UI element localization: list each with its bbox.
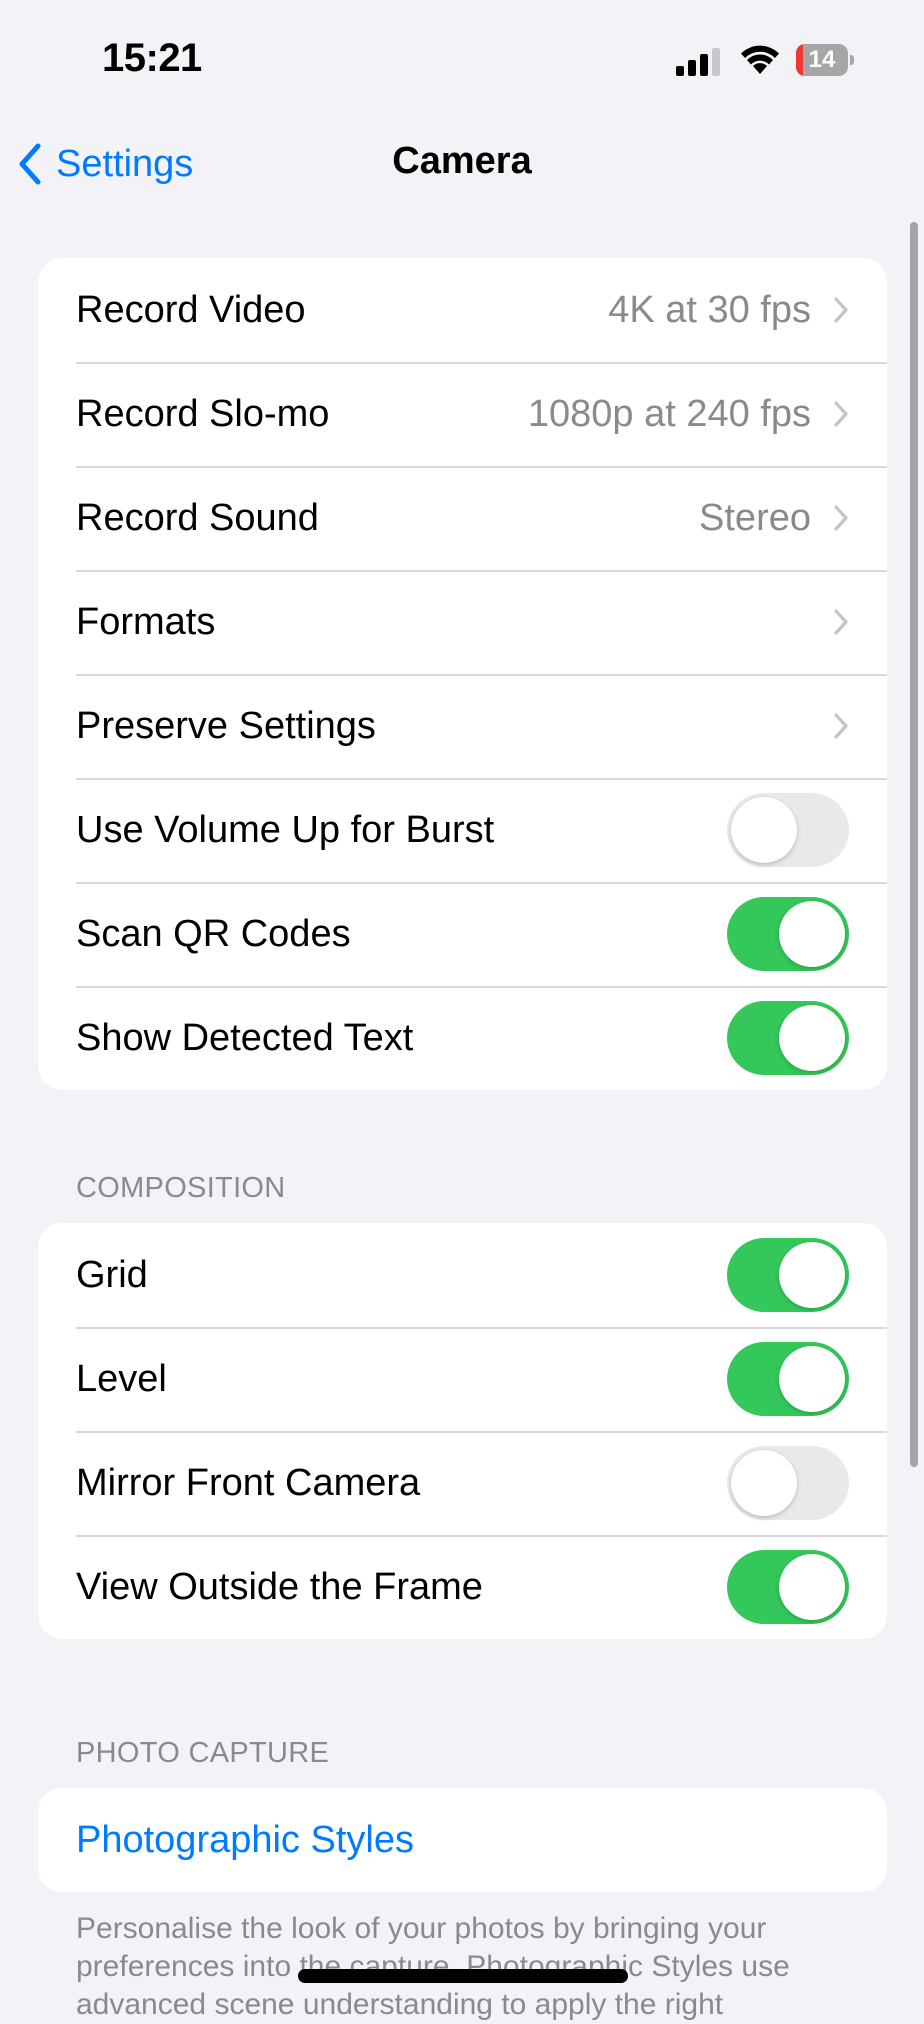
chevron-right-icon [834,401,848,427]
row-label: Formats [76,600,216,643]
row-label: Mirror Front Camera [76,1461,421,1504]
chevron-right-icon [834,297,848,323]
row-label: Level [76,1357,167,1400]
photographic-styles-link[interactable]: Photographic Styles [76,1819,849,1862]
section-header-composition: COMPOSITION [76,1172,286,1204]
row-record-sound[interactable]: Record Sound Stereo [38,466,887,570]
section-header-photo-capture: PHOTO CAPTURE [76,1737,330,1769]
row-label: Record Sound [76,496,319,539]
status-time: 15:21 [102,36,202,80]
row-label: Show Detected Text [76,1016,414,1059]
video-settings-group: Record Video 4K at 30 fps Record Slo-mo … [38,258,887,1090]
row-preserve-settings[interactable]: Preserve Settings [38,674,887,778]
mirror-front-camera-toggle[interactable] [727,1446,849,1520]
photographic-styles-description: Personalise the look of your photos by b… [76,1912,790,2021]
row-record-video[interactable]: Record Video 4K at 30 fps [38,258,887,362]
row-level: Level [38,1327,887,1431]
row-formats[interactable]: Formats [38,570,887,674]
row-photographic-styles[interactable]: Photographic Styles [38,1788,887,1892]
row-label: Scan QR Codes [76,912,351,955]
row-show-detected-text: Show Detected Text [38,986,887,1090]
row-view-outside-frame: View Outside the Frame [38,1535,887,1639]
battery-percent: 14 [808,46,836,73]
row-record-slo-mo[interactable]: Record Slo-mo 1080p at 240 fps [38,362,887,466]
row-label: Use Volume Up for Burst [76,808,495,851]
row-mirror-front-camera: Mirror Front Camera [38,1431,887,1535]
row-label: Record Slo-mo [76,392,330,435]
cellular-signal-icon [676,48,722,76]
grid-toggle[interactable] [727,1238,849,1312]
volume-up-burst-toggle[interactable] [727,793,849,867]
view-outside-frame-toggle[interactable] [727,1550,849,1624]
scrollbar[interactable] [910,222,918,1467]
chevron-right-icon [834,713,848,739]
row-label: Record Video [76,288,306,331]
row-value: Stereo [699,496,811,539]
battery-icon: 14 [796,44,854,76]
chevron-right-icon [834,505,848,531]
row-label: Preserve Settings [76,704,376,747]
status-bar: 15:21 14 [0,0,924,110]
row-label: View Outside the Frame [76,1565,483,1608]
level-toggle[interactable] [727,1342,849,1416]
chevron-right-icon [834,609,848,635]
navigation-bar: Settings Camera [0,120,924,208]
home-indicator[interactable] [298,1969,628,1983]
scan-qr-codes-toggle[interactable] [727,897,849,971]
wifi-icon [740,44,780,76]
composition-group: Grid Level Mirror Front Camera View Outs… [38,1223,887,1639]
row-volume-up-burst: Use Volume Up for Burst [38,778,887,882]
row-label: Grid [76,1253,148,1296]
row-grid: Grid [38,1223,887,1327]
row-value: 1080p at 240 fps [527,392,811,435]
page-title: Camera [392,140,532,182]
photo-capture-group: Photographic Styles [38,1788,887,1892]
row-value: 4K at 30 fps [608,288,811,331]
show-detected-text-toggle[interactable] [727,1001,849,1075]
row-scan-qr-codes: Scan QR Codes [38,882,887,986]
